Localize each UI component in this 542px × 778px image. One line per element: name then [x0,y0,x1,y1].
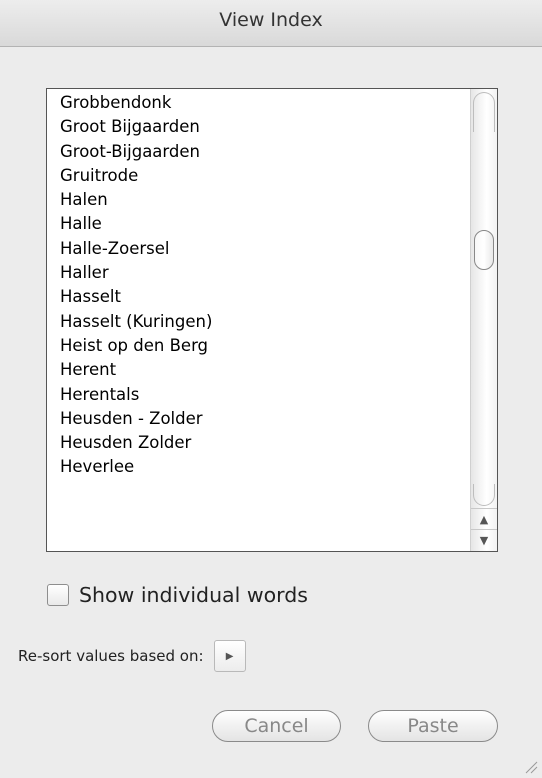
resort-label: Re-sort values based on: [18,647,204,665]
list-item[interactable]: Herentals [60,383,470,407]
scroll-track-top [473,92,495,132]
list-item[interactable]: Hasselt [60,285,470,309]
list-item[interactable]: Heusden - Zolder [60,407,470,431]
scroll-up-arrow-icon[interactable]: ▲ [471,508,497,529]
show-individual-words-option[interactable]: Show individual words [47,582,308,608]
list-item[interactable]: Herent [60,358,470,382]
list-item[interactable]: Hasselt (Kuringen) [60,310,470,334]
title-bar[interactable]: View Index [0,0,542,47]
scroll-down-arrow-icon[interactable]: ▼ [471,529,497,550]
list-item[interactable]: Heverlee [60,455,470,479]
list-item[interactable]: Heusden Zolder [60,431,470,455]
show-individual-words-label[interactable]: Show individual words [79,583,308,607]
list-item[interactable]: Groot-Bijgaarden [60,140,470,164]
list-item[interactable]: Haller [60,261,470,285]
scroll-track-bottom [473,484,495,506]
resize-grip-icon[interactable] [524,760,538,774]
list-item[interactable]: Halle-Zoersel [60,237,470,261]
cancel-button[interactable]: Cancel [212,710,341,742]
list-item[interactable]: Groot Bijgaarden [60,115,470,139]
index-list-items: Grobbendonk Groot Bijgaarden Groot-Bijgaar… [60,91,470,480]
list-item[interactable]: Halen [60,188,470,212]
window-title: View Index [219,9,323,31]
list-item[interactable]: Gruitrode [60,164,470,188]
scroll-thumb[interactable] [474,230,494,270]
vertical-scrollbar[interactable]: ▲ ▼ [470,89,497,551]
list-item[interactable]: Heist op den Berg [60,334,470,358]
triangle-right-icon: ▶ [225,650,234,662]
index-list[interactable]: Grobbendonk Groot Bijgaarden Groot-Bijgaar… [46,88,498,552]
list-item[interactable]: Grobbendonk [60,91,470,115]
list-item[interactable]: Halle [60,212,470,236]
resort-popup-button[interactable]: ▶ [213,640,246,672]
show-individual-words-checkbox[interactable] [47,584,69,606]
paste-button[interactable]: Paste [368,710,498,742]
resort-row: Re-sort values based on: ▶ [18,639,246,673]
